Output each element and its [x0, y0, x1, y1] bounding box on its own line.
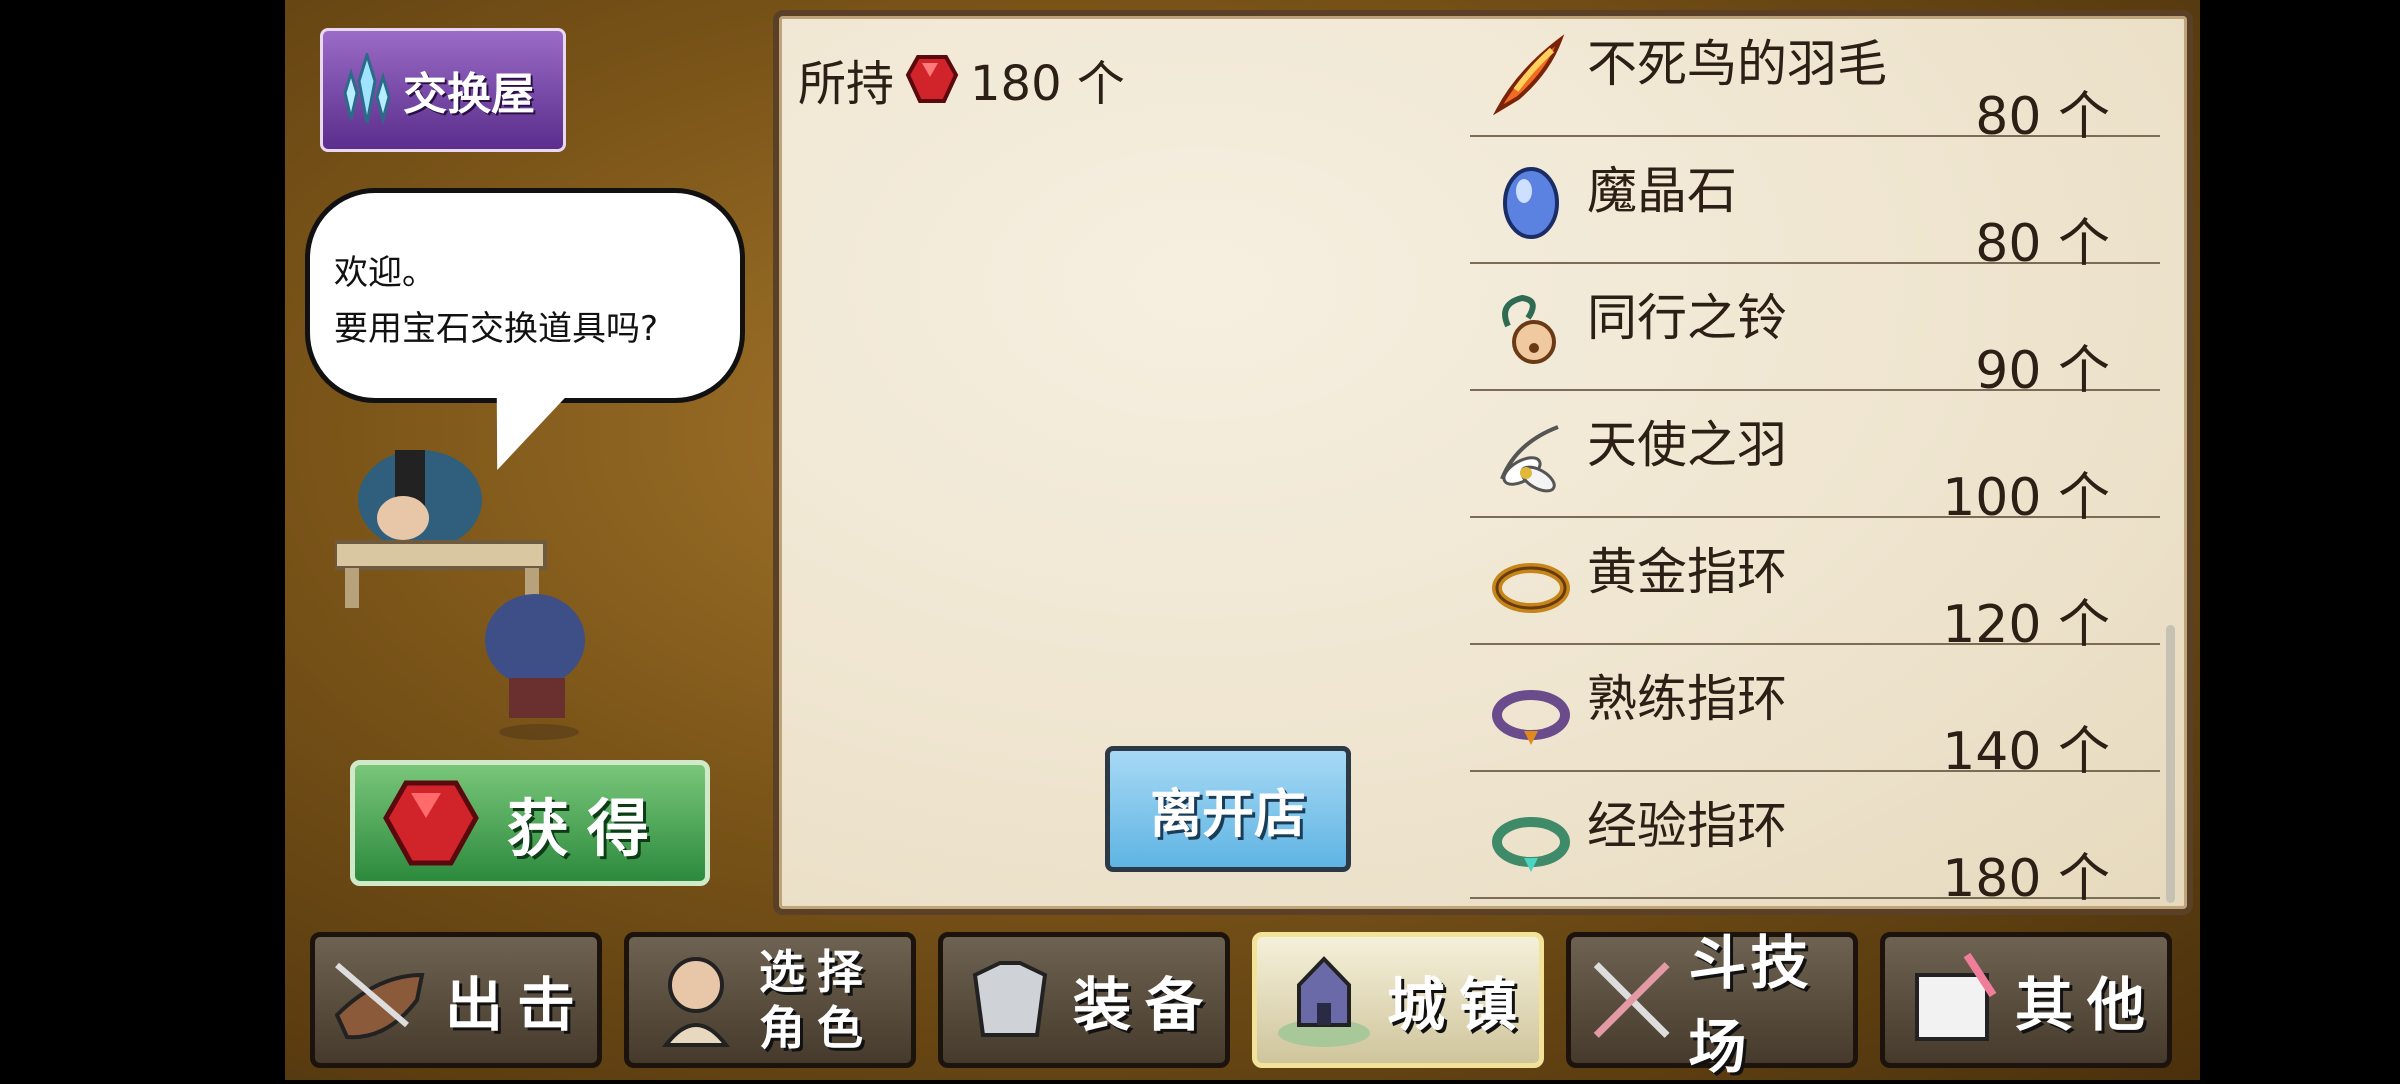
other-icon — [1915, 952, 1997, 1041]
nav-label: 其他 — [2015, 971, 2160, 1039]
crystal-icon — [343, 53, 391, 125]
shop-title-badge: 交换屋 — [320, 28, 566, 152]
nav-other[interactable]: 其他 — [1880, 932, 2172, 1068]
skill-ring-icon — [1492, 690, 1570, 745]
list-scrollbar[interactable] — [2166, 625, 2175, 903]
list-item[interactable]: 熟练指环 140 个 — [1470, 645, 2160, 782]
shopkeeper-scene — [335, 450, 585, 740]
list-item[interactable]: 黄金指环 120 个 — [1470, 518, 2160, 655]
nav-label: 装备 — [1073, 971, 1218, 1039]
item-price: 180 个 — [1942, 849, 2110, 909]
exp-ring-icon — [1492, 817, 1570, 872]
shop-title: 交换屋 — [403, 69, 535, 120]
list-item[interactable]: 不死鸟的羽毛 80 个 — [1470, 10, 2160, 147]
magic-crystal-icon — [1503, 167, 1559, 239]
owned-gems: 所持 180 个 — [798, 44, 1125, 114]
npc-speech-bubble: 欢迎。 要用宝石交换道具吗? — [305, 188, 745, 403]
nav-label: 选择 角色 — [759, 944, 875, 1056]
sortie-icon — [334, 962, 425, 1040]
nav-sortie[interactable]: 出击 — [310, 932, 602, 1068]
game-screen: 交换屋 欢迎。 要用宝石交换道具吗? 获得 所持 180 个 不死鸟的羽毛 80… — [285, 0, 2200, 1080]
get-gems-label: 获得 — [507, 792, 668, 865]
nav-town[interactable]: 城镇 — [1252, 932, 1544, 1068]
owned-prefix: 所持 — [798, 56, 895, 112]
arena-icon — [1593, 962, 1670, 1038]
owned-amount: 180 个 — [970, 56, 1125, 112]
ruby-gem-icon — [905, 55, 959, 103]
phoenix-feather-icon — [1492, 34, 1565, 116]
character-icon — [661, 957, 731, 1047]
nav-label-line-2: 角色 — [759, 1001, 875, 1055]
angel-feather-icon — [1500, 425, 1559, 493]
armor-icon — [972, 961, 1048, 1037]
nav-equipment[interactable]: 装备 — [938, 932, 1230, 1068]
leave-shop-button[interactable]: 离开店 — [1105, 746, 1351, 872]
nav-label: 斗技场 — [1688, 929, 1813, 1081]
list-item[interactable]: 经验指环 180 个 — [1470, 772, 2160, 909]
item-name: 熟练指环 — [1587, 670, 1787, 728]
bell-icon — [1502, 294, 1556, 364]
dialog-line-2: 要用宝石交换道具吗? — [334, 309, 659, 349]
list-item[interactable]: 天使之羽 100 个 — [1470, 391, 2160, 528]
get-gems-button[interactable]: 获得 — [350, 760, 710, 886]
item-name: 魔晶石 — [1587, 162, 1737, 220]
town-icon — [1278, 956, 1370, 1047]
nav-label: 出击 — [445, 971, 590, 1039]
nav-label-line-1: 选择 — [759, 945, 875, 999]
list-item[interactable]: 同行之铃 90 个 — [1470, 264, 2160, 401]
gold-ring-icon — [1492, 563, 1570, 613]
nav-arena[interactable]: 斗技场 — [1566, 929, 1858, 1081]
nav-label: 城镇 — [1387, 971, 1532, 1039]
nav-select-character[interactable]: 选择 角色 — [624, 932, 916, 1068]
bottom-nav: 出击 选择 角色 装备 城镇 斗技场 其他 — [310, 928, 2220, 1081]
list-item[interactable]: 魔晶石 80 个 — [1470, 137, 2160, 274]
ruby-gem-icon — [383, 780, 479, 866]
dialog-line-1: 欢迎。 — [334, 253, 436, 293]
item-name: 经验指环 — [1587, 797, 1787, 855]
item-name: 同行之铃 — [1587, 289, 1787, 347]
item-name: 不死鸟的羽毛 — [1587, 35, 1887, 93]
item-name: 黄金指环 — [1587, 543, 1787, 601]
exchange-item-list[interactable]: 不死鸟的羽毛 80 个 魔晶石 80 个 同行之铃 90 个 天使之羽 100 … — [1470, 10, 2160, 910]
item-name: 天使之羽 — [1587, 416, 1787, 474]
